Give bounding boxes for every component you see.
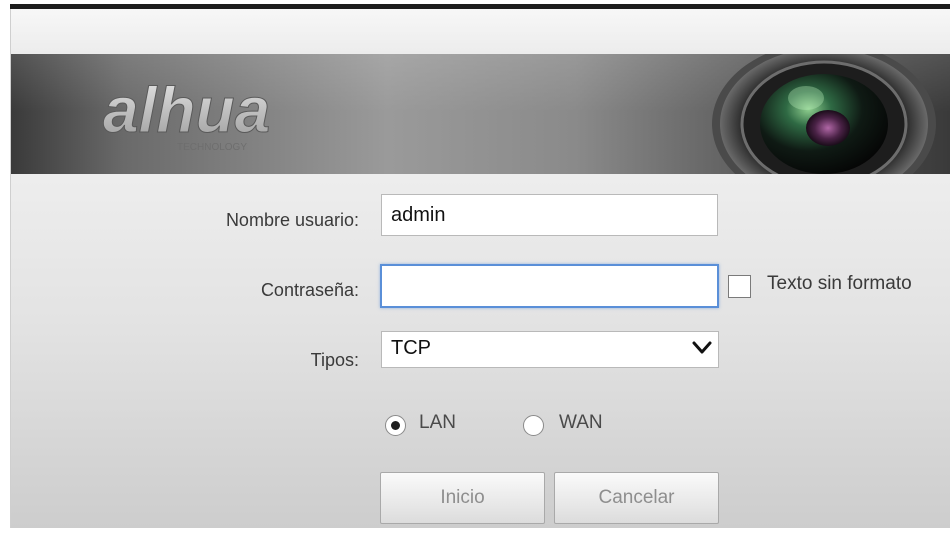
lan-radio[interactable] <box>385 415 406 436</box>
bottom-strip <box>0 528 950 536</box>
cancel-button[interactable]: Cancelar <box>554 472 719 524</box>
camera-lens-image <box>712 54 936 174</box>
type-select-value: TCP <box>391 337 431 359</box>
username-input[interactable] <box>381 194 718 236</box>
wan-radio[interactable] <box>523 415 544 436</box>
login-button[interactable]: Inicio <box>380 472 545 524</box>
username-label: Nombre usuario: <box>225 210 359 230</box>
lan-radio-label: LAN <box>419 412 456 433</box>
password-input[interactable] <box>380 264 719 308</box>
password-label: Contraseña: <box>260 280 359 300</box>
title-bar <box>11 9 950 54</box>
wan-radio-label: WAN <box>559 412 603 433</box>
top-rule <box>0 0 950 9</box>
type-label: Tipos: <box>310 350 359 370</box>
plain-text-checkbox[interactable] <box>728 275 751 298</box>
dahua-logo: alhua TECHNOLOGY <box>103 74 271 153</box>
plain-text-label: Texto sin formato <box>767 273 912 294</box>
login-panel: alhua TECHNOLOGY Nombre usuario: admin C… <box>10 9 950 528</box>
header-banner: alhua TECHNOLOGY <box>11 54 950 174</box>
type-select[interactable]: TCP <box>381 331 719 368</box>
logo-wordmark: alhua <box>103 74 270 146</box>
logo-subtext: TECHNOLOGY <box>177 142 247 153</box>
chevron-down-icon <box>692 341 712 354</box>
